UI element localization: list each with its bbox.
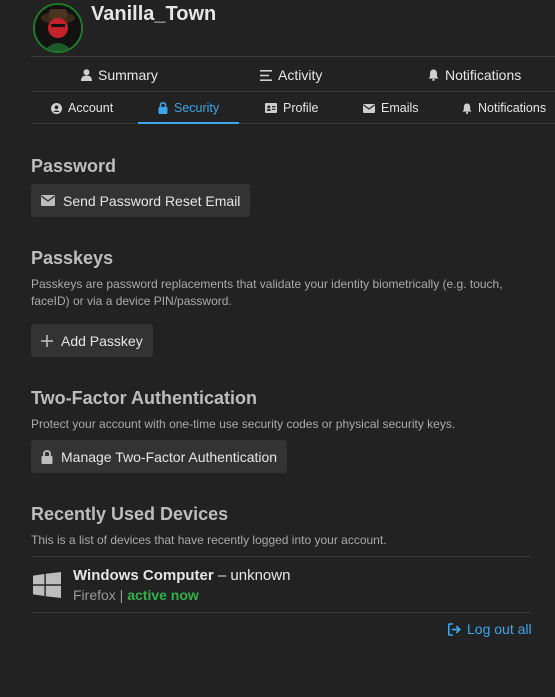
avatar[interactable] (33, 3, 83, 53)
device-status: active now (127, 587, 199, 603)
tab-notifications[interactable]: Notifications (428, 57, 521, 93)
send-password-reset-button[interactable]: Send Password Reset Email (31, 184, 251, 217)
devices-description: This is a list of devices that have rece… (31, 533, 387, 547)
username: Vanilla_Town (91, 3, 217, 25)
add-passkey-button[interactable]: Add Passkey (31, 324, 153, 357)
plus-icon (41, 334, 53, 347)
tab-activity[interactable]: Activity (260, 57, 322, 93)
add-passkey-label: Add Passkey (61, 332, 143, 349)
passkeys-heading: Passkeys (31, 248, 114, 268)
subtab-emails[interactable]: Emails (363, 92, 419, 124)
envelope-icon (363, 103, 375, 113)
subtab-security[interactable]: Security (158, 92, 219, 124)
subtab-notifications-label: Notifications (478, 101, 547, 115)
sign-out-icon (448, 622, 462, 636)
subtab-emails-label: Emails (381, 101, 419, 115)
log-out-all-label: Log out all (467, 621, 532, 637)
manage-two-factor-button[interactable]: Manage Two-Factor Authentication (31, 440, 288, 473)
tab-summary[interactable]: Summary (81, 57, 158, 93)
subtab-account-label: Account (68, 101, 114, 115)
list-icon (260, 69, 272, 81)
device-meta-line: Firefox | active now (73, 587, 199, 603)
device-browser: Firefox (73, 587, 116, 603)
two-factor-heading: Two-Factor Authentication (31, 388, 257, 408)
subtab-notifications[interactable]: Notifications (462, 92, 546, 124)
windows-icon (33, 572, 61, 598)
user-icon (81, 69, 92, 81)
device-divider: | (115, 587, 128, 603)
subtab-profile[interactable]: Profile (265, 92, 318, 124)
manage-two-factor-label: Manage Two-Factor Authentication (61, 448, 278, 465)
primary-nav: Summary Activity Notifications (31, 56, 555, 92)
device-name: Windows Computer (73, 567, 214, 584)
subtab-profile-label: Profile (283, 101, 319, 115)
device-name-line: Windows Computer – unknown (73, 567, 290, 584)
passkeys-description: Passkeys are password replacements that … (31, 277, 503, 308)
log-out-all-link[interactable]: Log out all (448, 621, 532, 637)
id-card-icon (265, 103, 277, 113)
devices-heading: Recently Used Devices (31, 504, 229, 524)
divider (31, 612, 531, 613)
bell-icon (462, 103, 472, 114)
active-tab-indicator (138, 122, 239, 124)
two-factor-description: Protect your account with one-time use s… (31, 417, 456, 431)
lock-icon (158, 102, 168, 114)
bell-icon (428, 69, 439, 81)
tab-summary-label: Summary (98, 67, 158, 83)
device-location: unknown (230, 567, 291, 584)
user-circle-icon (51, 102, 62, 114)
lock-icon (41, 449, 53, 464)
subtab-security-label: Security (174, 101, 220, 115)
envelope-icon (41, 195, 55, 206)
divider (31, 556, 531, 557)
password-heading: Password (31, 156, 117, 176)
send-password-reset-label: Send Password Reset Email (63, 192, 241, 209)
subtab-account[interactable]: Account (51, 92, 113, 124)
profile-header: Vanilla_Town (0, 0, 555, 56)
tab-notifications-label: Notifications (445, 67, 522, 83)
device-separator: – (213, 567, 231, 584)
tab-activity-label: Activity (278, 67, 323, 83)
secondary-nav: Account Security Profile Emails Notifica… (31, 92, 555, 124)
